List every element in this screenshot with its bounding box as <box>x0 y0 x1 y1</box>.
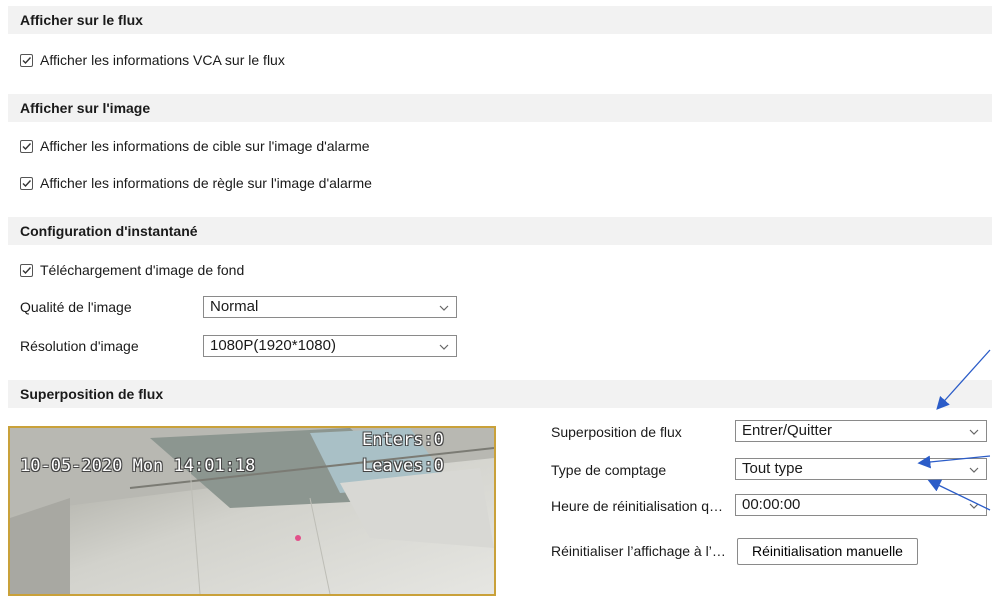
select-value: 1080P(1920*1080) <box>210 337 336 354</box>
section-title: Configuration d'instantané <box>20 223 198 239</box>
image-quality-select[interactable]: Normal <box>203 296 457 318</box>
checkbox-target-info[interactable]: Afficher les informations de cible sur l… <box>20 136 370 156</box>
chevron-down-icon <box>438 339 450 359</box>
checkbox-checked-icon[interactable] <box>20 176 33 190</box>
overlay-type-label: Superposition de flux <box>551 424 682 440</box>
select-value: Entrer/Quitter <box>742 422 833 439</box>
checkbox-label: Téléchargement d'image de fond <box>40 262 245 278</box>
chevron-down-icon <box>968 498 980 518</box>
checkbox-checked-icon[interactable] <box>20 53 33 67</box>
video-enters-count: Enters:0 <box>362 430 444 450</box>
checkbox-label: Afficher les informations de règle sur l… <box>40 175 372 191</box>
section-header-stream: Afficher sur le flux <box>8 6 992 34</box>
checkbox-label: Afficher les informations de cible sur l… <box>40 138 370 154</box>
checkbox-checked-icon[interactable] <box>20 263 33 277</box>
video-preview: 10-05-2020 Mon 14:01:18 Enters:0 Leaves:… <box>8 426 496 596</box>
checkbox-background-upload[interactable]: Téléchargement d'image de fond <box>20 260 244 280</box>
section-header-snapshot: Configuration d'instantané <box>8 217 992 245</box>
image-quality-label: Qualité de l'image <box>20 299 132 315</box>
select-value: Normal <box>210 298 259 315</box>
counting-type-label: Type de comptage <box>551 462 667 478</box>
section-header-image: Afficher sur l'image <box>8 94 992 122</box>
reset-display-label: Réinitialiser l’affichage à l’… <box>551 543 726 559</box>
reset-time-label: Heure de réinitialisation q… <box>551 498 723 514</box>
video-scene <box>10 428 494 594</box>
video-leaves-count: Leaves:0 <box>362 456 444 476</box>
overlay-type-select[interactable]: Entrer/Quitter <box>735 420 987 442</box>
checkbox-rule-info[interactable]: Afficher les informations de règle sur l… <box>20 173 372 193</box>
manual-reset-button[interactable]: Réinitialisation manuelle <box>737 538 918 565</box>
chevron-down-icon <box>968 462 980 482</box>
chevron-down-icon <box>968 424 980 444</box>
reset-time-select[interactable]: 00:00:00 <box>735 494 987 516</box>
video-timestamp: 10-05-2020 Mon 14:01:18 <box>20 456 256 476</box>
section-title: Afficher sur le flux <box>20 12 143 28</box>
select-value: 00:00:00 <box>742 496 801 513</box>
image-resolution-select[interactable]: 1080P(1920*1080) <box>203 335 457 357</box>
section-header-overlay: Superposition de flux <box>8 380 992 408</box>
counting-type-select[interactable]: Tout type <box>735 458 987 480</box>
image-resolution-label: Résolution d'image <box>20 338 139 354</box>
section-title: Afficher sur l'image <box>20 100 151 116</box>
chevron-down-icon <box>438 300 450 320</box>
checkbox-checked-icon[interactable] <box>20 139 33 153</box>
checkbox-vca-on-stream[interactable]: Afficher les informations VCA sur le flu… <box>20 50 285 70</box>
checkbox-label: Afficher les informations VCA sur le flu… <box>40 52 285 68</box>
select-value: Tout type <box>742 460 803 477</box>
section-title: Superposition de flux <box>20 386 164 402</box>
